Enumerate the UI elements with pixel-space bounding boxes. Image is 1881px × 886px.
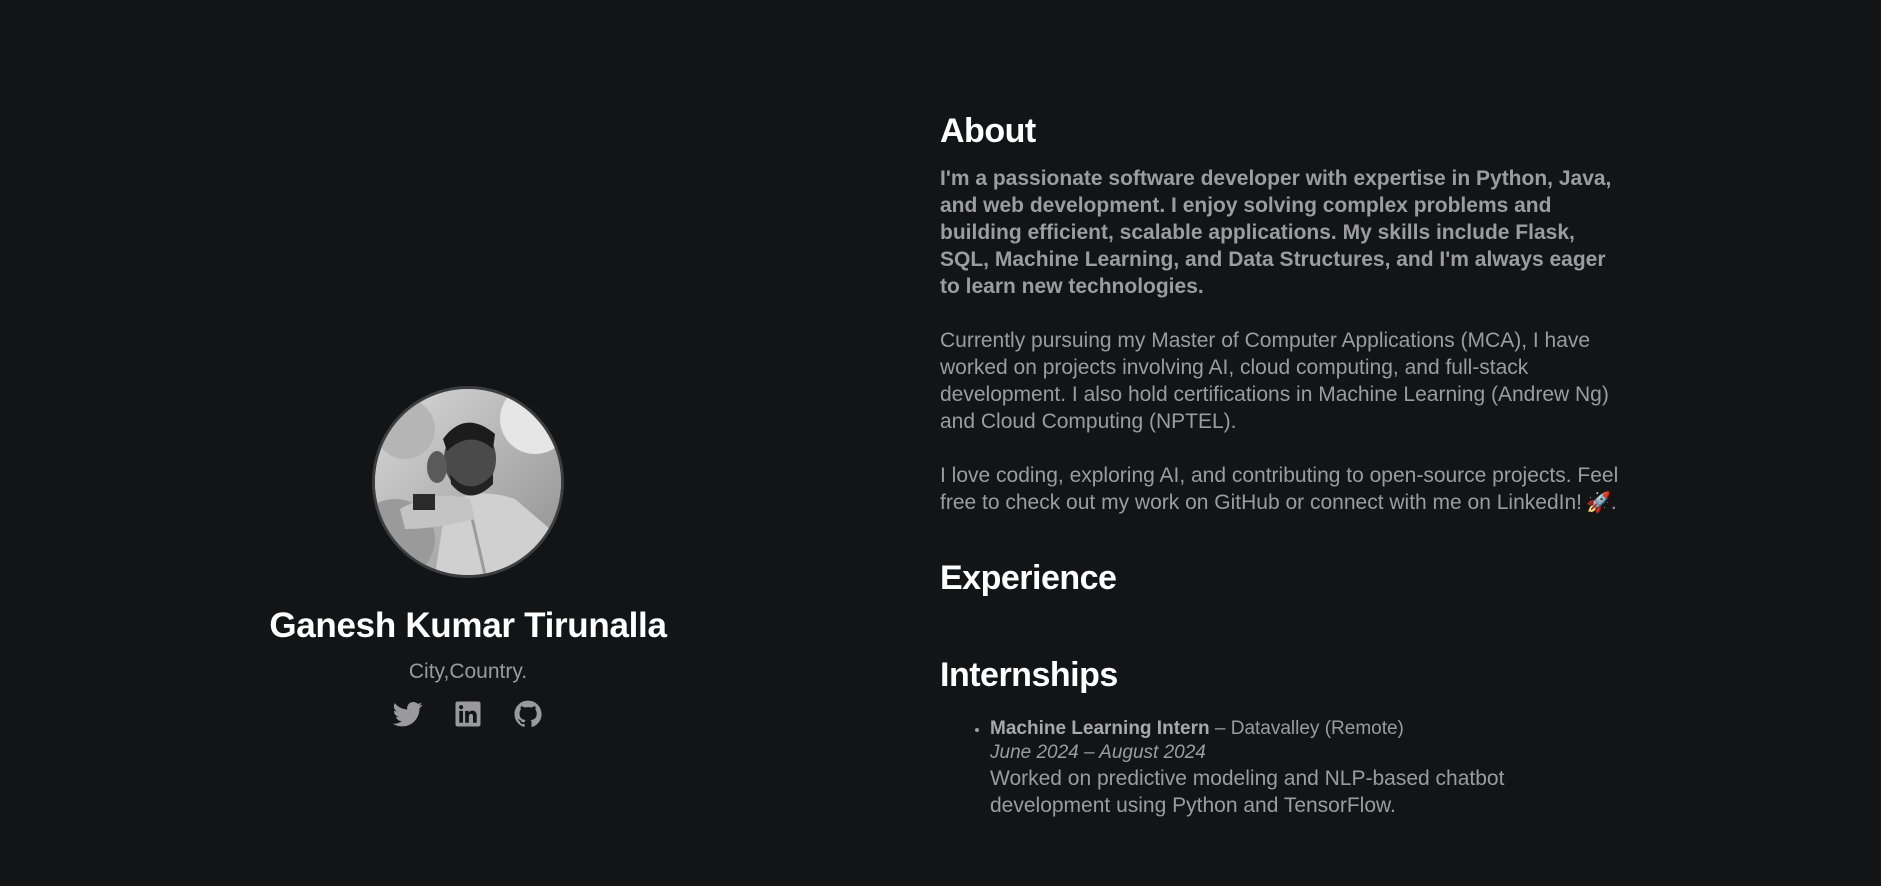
about-paragraph-3-text: I love coding, exploring AI, and contrib… [940,464,1619,514]
linkedin-link[interactable] [452,698,484,730]
internship-description: Worked on predictive modeling and NLP-ba… [990,766,1505,817]
about-paragraph-2: Currently pursuing my Master of Computer… [940,329,1609,433]
internship-list: Machine Learning Intern – Datavalley (Re… [940,717,1620,819]
github-link[interactable] [512,698,544,730]
rocket-icon: 🚀 [1585,491,1611,514]
about-paragraph-3: I love coding, exploring AI, and contrib… [940,462,1620,517]
avatar [372,386,564,578]
list-item: Machine Learning Intern – Datavalley (Re… [990,717,1620,819]
portfolio-page: Ganesh Kumar Tirunalla City,Country. Abo… [0,0,1881,886]
avatar-photo [375,389,561,575]
about-paragraph-1: I'm a passionate software developer with… [940,167,1612,298]
profile-name: Ganesh Kumar Tirunalla [269,606,667,645]
profile-location: City,Country. [408,660,528,683]
twitter-icon [393,702,423,727]
internship-dates: June 2024 – August 2024 [990,741,1206,763]
twitter-link[interactable] [392,698,424,730]
about-heading: About [940,112,1036,150]
internships-heading: Internships [940,655,1118,694]
main-content: About I'm a passionate software develope… [940,112,1620,819]
profile-card: Ganesh Kumar Tirunalla City,Country. [188,386,748,730]
experience-heading: Experience [940,558,1117,597]
internship-company: – Datavalley (Remote) [1209,717,1404,739]
about-paragraph-3-end: . [1610,491,1617,514]
github-icon [514,700,542,727]
internship-role: Machine Learning Intern [990,717,1210,739]
linkedin-icon [455,701,481,727]
social-links [188,698,748,730]
